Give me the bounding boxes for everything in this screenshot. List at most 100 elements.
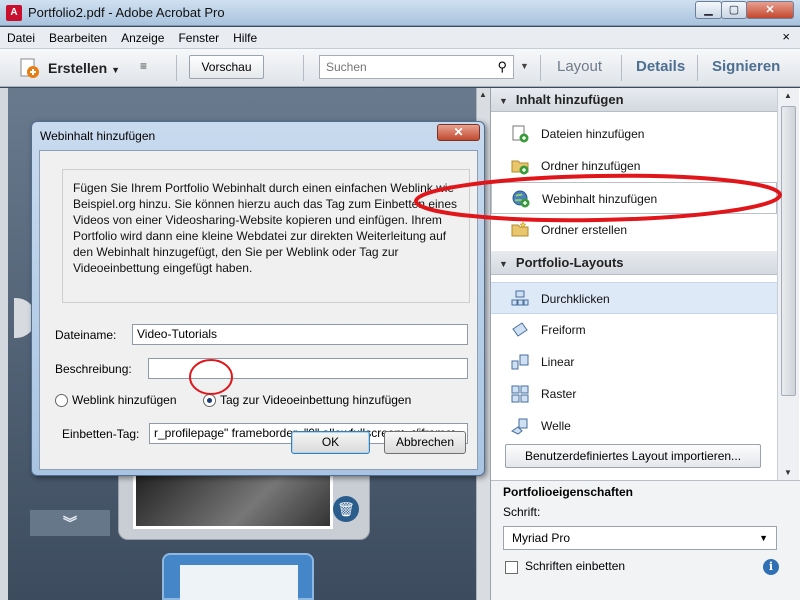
toolbar-separator (621, 55, 622, 81)
add-web-content-dialog: Webinhalt hinzufügen ✕ Fügen Sie Ihrem P… (31, 121, 485, 476)
dialog-body: Fügen Sie Ihrem Portfolio Webinhalt durc… (39, 150, 478, 470)
window-close-button[interactable]: ✕ (746, 1, 794, 19)
add-folder-icon (511, 160, 529, 175)
create-folder-item[interactable]: Ordner erstellen (491, 214, 777, 246)
chevron-down-icon: ▼ (111, 65, 121, 75)
layout-linear-label: Linear (541, 355, 575, 369)
right-panel: ▼ Inhalt hinzufügen Dateien hinzufügen Or… (490, 88, 800, 600)
add-web-content-icon (512, 190, 530, 208)
layout-linear[interactable]: Linear (491, 346, 777, 378)
add-web-content-label: Webinhalt hinzufügen (542, 192, 658, 206)
scroll-up-icon[interactable]: ▲ (479, 90, 487, 99)
layout-grid-label: Raster (541, 387, 577, 401)
double-chevron-down-icon[interactable]: ︾ (30, 510, 110, 536)
menu-hilfe[interactable]: Hilfe (226, 27, 264, 49)
binoculars-icon[interactable]: ⚲ (497, 59, 507, 75)
create-button[interactable]: Erstellen ▼ (14, 55, 122, 81)
dialog-close-button[interactable]: ✕ (437, 124, 480, 141)
linear-icon (511, 354, 529, 370)
section-portfolio-layouts-title: Portfolio-Layouts (515, 255, 624, 270)
menu-fenster[interactable]: Fenster (171, 27, 226, 49)
tab-layout[interactable]: Layout (557, 58, 602, 75)
card-thumbnail (133, 471, 333, 529)
menu-bar: Datei Bearbeiten Anzeige Fenster Hilfe × (0, 27, 800, 49)
menu-anzeige[interactable]: Anzeige (114, 27, 171, 49)
click-through-icon (511, 290, 529, 306)
tab-details[interactable]: Details (636, 58, 685, 75)
cancel-button[interactable]: Abbrechen (384, 431, 466, 454)
maximize-button[interactable]: ▢ (721, 1, 747, 19)
properties-title: Portfolioeigenschaften (503, 485, 634, 499)
create-icon (20, 58, 39, 78)
layout-grid[interactable]: Raster (491, 378, 777, 410)
filename-field[interactable]: Video-Tutorials (132, 324, 468, 345)
toolbar-separator (697, 55, 698, 81)
portfolio-card-secondary[interactable] (162, 553, 314, 600)
layout-freeform-label: Freiform (541, 323, 586, 337)
create-label: Erstellen (48, 60, 108, 76)
layout-click-through[interactable]: Durchklicken (491, 282, 777, 314)
description-field[interactable] (148, 358, 468, 379)
toolbar-separator (303, 55, 304, 81)
font-label: Schrift: (503, 505, 541, 519)
search-dropdown-icon[interactable]: ▼ (520, 61, 529, 71)
scroll-down-icon[interactable]: ▼ (784, 468, 792, 477)
embed-fonts-checkbox[interactable] (505, 561, 518, 574)
radio-weblink-label[interactable]: Weblink hinzufügen (72, 393, 177, 407)
embed-fonts-label[interactable]: Schriften einbetten (525, 559, 625, 573)
title-bar: A Portfolio2.pdf - Adobe Acrobat Pro ▁ ▢… (0, 0, 800, 26)
radio-video-tag[interactable] (203, 394, 216, 407)
card-thumbnail (180, 565, 298, 600)
layout-wave-label: Welle (541, 419, 571, 433)
info-icon[interactable]: i (763, 559, 779, 575)
filename-label: Dateiname: (55, 328, 117, 342)
ok-button[interactable]: OK (291, 431, 370, 454)
menu-datei[interactable]: Datei (0, 27, 42, 49)
add-files-icon (512, 125, 529, 143)
add-folder-label: Ordner hinzufügen (541, 159, 641, 173)
radio-weblink[interactable] (55, 394, 68, 407)
minimize-button[interactable]: ▁ (695, 1, 722, 19)
radio-video-tag-label[interactable]: Tag zur Videoeinbettung hinzufügen (220, 393, 411, 407)
section-portfolio-layouts[interactable]: ▼ Portfolio-Layouts (491, 251, 777, 275)
toolbar: Erstellen▼ ≡ Vorschau ⚲ ▼ Layout Details… (0, 49, 800, 87)
search-box: ⚲ (319, 55, 514, 79)
collapse-triangle-icon: ▼ (499, 96, 508, 106)
font-select-value: Myriad Pro (512, 531, 571, 545)
layout-freeform[interactable]: Freiform (491, 314, 777, 346)
add-web-content-item[interactable]: Webinhalt hinzufügen (491, 182, 777, 214)
section-add-content[interactable]: ▼ Inhalt hinzufügen (491, 88, 777, 112)
workspace-left-edge (0, 88, 8, 600)
layout-click-through-label: Durchklicken (541, 292, 610, 306)
preview-button[interactable]: Vorschau (189, 55, 264, 79)
toolbar-options-icon[interactable]: ≡ (140, 59, 147, 73)
grid-icon (511, 385, 529, 403)
chevron-down-icon: ▼ (759, 533, 768, 543)
dialog-title: Webinhalt hinzufügen (40, 129, 156, 143)
menu-bearbeiten[interactable]: Bearbeiten (42, 27, 114, 49)
search-input[interactable] (320, 56, 480, 78)
tab-sign[interactable]: Signieren (712, 58, 780, 75)
layout-wave[interactable]: Welle (491, 410, 777, 442)
scroll-thumb[interactable] (781, 106, 796, 396)
import-custom-layout-button[interactable]: Benutzerdefiniertes Layout importieren..… (505, 444, 761, 468)
add-files-item[interactable]: Dateien hinzufügen (491, 118, 777, 150)
panel-scrollbar[interactable]: ▲ ▼ (777, 88, 799, 480)
wave-icon (511, 418, 528, 435)
window-title: Portfolio2.pdf - Adobe Acrobat Pro (28, 5, 225, 20)
section-add-content-title: Inhalt hinzufügen (515, 92, 624, 107)
toolbar-separator (176, 55, 177, 81)
toolbar-separator (540, 55, 541, 81)
trash-icon[interactable]: 🗑 (333, 496, 359, 522)
scroll-up-icon[interactable]: ▲ (784, 91, 792, 100)
freeform-icon (512, 322, 528, 337)
portfolio-properties: Portfolioeigenschaften Schrift: Myriad P… (491, 480, 800, 600)
add-folder-item[interactable]: Ordner hinzufügen (491, 150, 777, 182)
add-files-label: Dateien hinzufügen (541, 127, 645, 141)
document-close-icon[interactable]: × (782, 29, 790, 44)
font-select[interactable]: Myriad Pro ▼ (503, 526, 777, 550)
collapse-triangle-icon: ▼ (499, 259, 508, 269)
description-label: Beschreibung: (55, 362, 132, 376)
create-folder-label: Ordner erstellen (541, 223, 628, 237)
dialog-description: Fügen Sie Ihrem Portfolio Webinhalt durc… (62, 169, 470, 303)
